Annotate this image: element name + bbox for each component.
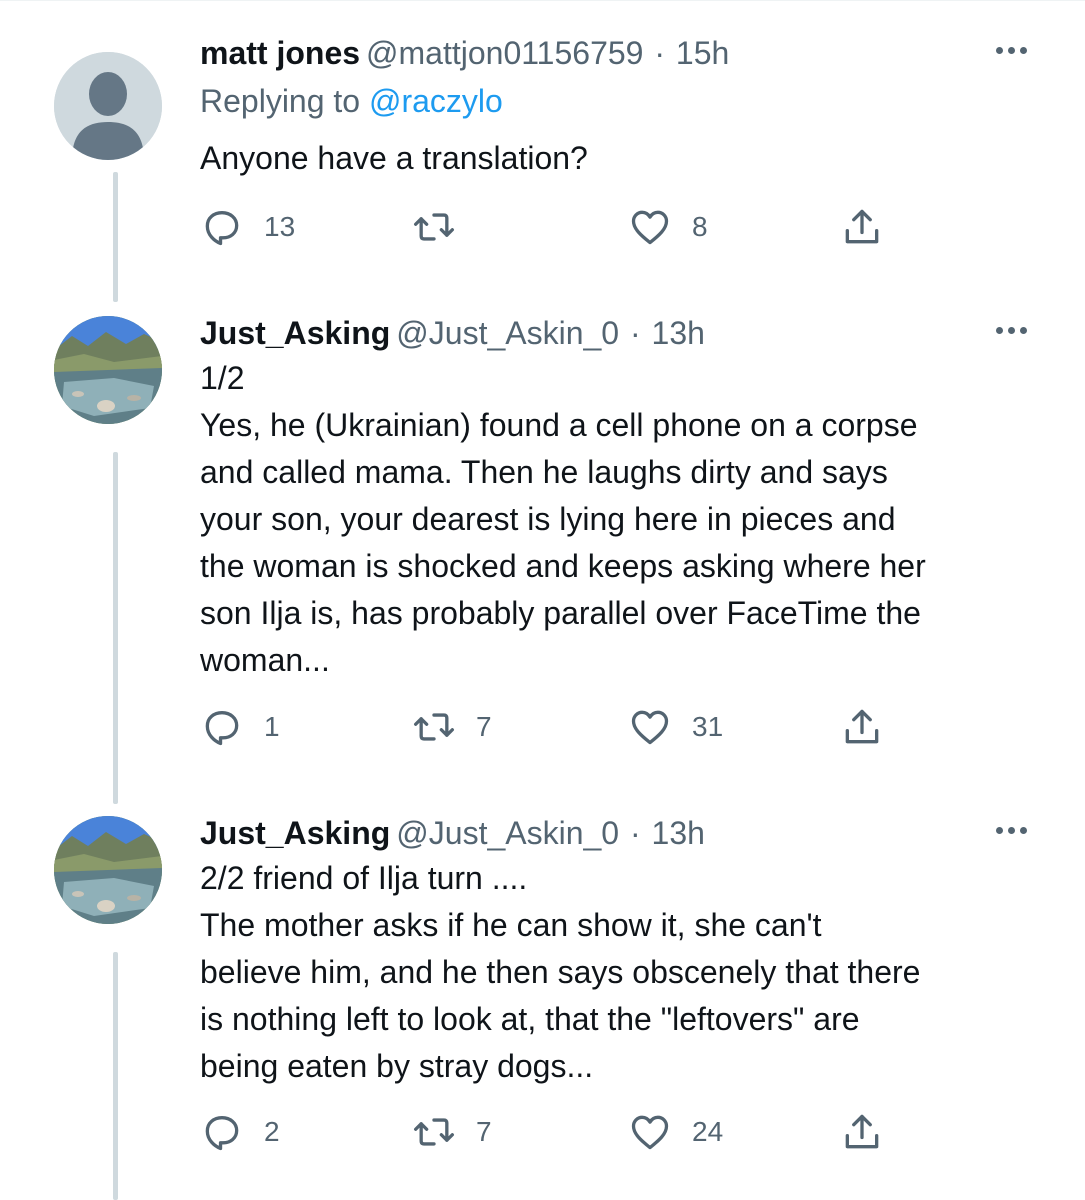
tweet-header: matt jones @mattjon01156759 · 15h <box>200 33 1045 73</box>
tweet-text: 2/2 friend of Ilja turn .... The mother … <box>200 860 921 1084</box>
retweet-count: 7 <box>476 1116 492 1147</box>
more-horizontal-icon[interactable] <box>996 827 1027 834</box>
like-button[interactable]: 31 <box>628 705 723 749</box>
share-icon <box>845 1114 879 1149</box>
timestamp[interactable]: 13h <box>652 315 705 351</box>
like-button[interactable]: 8 <box>628 205 708 249</box>
tweet-text: Anyone have a translation? <box>200 140 588 176</box>
avatar[interactable] <box>54 816 162 924</box>
share-button[interactable] <box>840 1110 884 1154</box>
display-name[interactable]: matt jones <box>200 35 360 71</box>
tweet-actions: 2 7 24 <box>200 1110 900 1160</box>
heart-icon <box>631 710 669 745</box>
mountain-river-photo-icon <box>54 816 162 924</box>
replying-to: Replying to @raczylo <box>200 79 1045 123</box>
separator-dot: · <box>629 315 641 351</box>
heart-icon <box>631 1115 669 1150</box>
avatar[interactable] <box>54 316 162 424</box>
share-button[interactable] <box>840 205 884 249</box>
share-icon <box>845 209 879 244</box>
replying-to-handle-link[interactable]: @raczylo <box>369 83 503 119</box>
tweet-header: Just_Asking @Just_Askin_0 · 13h <box>200 813 1045 853</box>
mountain-river-photo-icon <box>54 316 162 424</box>
default-profile-avatar-icon <box>54 52 162 160</box>
reply-count: 2 <box>264 1116 280 1147</box>
retweet-button[interactable]: 7 <box>412 705 492 749</box>
reply-count: 1 <box>264 711 280 742</box>
replying-to-label: Replying to <box>200 83 361 119</box>
reply-button[interactable]: 2 <box>200 1110 280 1154</box>
like-count: 8 <box>692 211 708 242</box>
tweet-actions: 1 7 31 <box>200 705 900 755</box>
display-name[interactable]: Just_Asking <box>200 315 390 351</box>
user-handle[interactable]: @Just_Askin_0 <box>396 315 619 351</box>
retweet-icon <box>414 713 454 741</box>
like-count: 31 <box>692 711 724 742</box>
reply-icon <box>205 211 239 246</box>
separator-dot: · <box>629 815 641 851</box>
separator-dot: · <box>654 35 665 71</box>
more-horizontal-icon[interactable] <box>996 327 1027 334</box>
retweet-icon <box>414 213 454 241</box>
heart-icon <box>631 210 669 245</box>
share-button[interactable] <box>840 705 884 749</box>
reply-icon <box>205 1116 239 1151</box>
reply-icon <box>205 711 239 746</box>
display-name[interactable]: Just_Asking <box>200 815 390 851</box>
timestamp[interactable]: 13h <box>652 815 705 851</box>
like-count: 24 <box>692 1116 724 1147</box>
tweet[interactable]: Just_Asking @Just_Askin_0 · 13h 2/2 frien… <box>0 790 1085 1200</box>
user-handle[interactable]: @mattjon01156759 <box>366 35 643 71</box>
retweet-count: 7 <box>476 711 492 742</box>
reply-button[interactable]: 13 <box>200 205 295 249</box>
tweet[interactable]: Just_Asking @Just_Askin_0 · 13h 1/2 Yes, … <box>0 290 1085 790</box>
share-icon <box>845 709 879 744</box>
user-handle[interactable]: @Just_Askin_0 <box>396 815 619 851</box>
tweet-actions: 13 8 <box>200 205 900 255</box>
retweet-button[interactable]: 7 <box>412 1110 492 1154</box>
tweet-text: 1/2 Yes, he (Ukrainian) found a cell pho… <box>200 360 926 678</box>
like-button[interactable]: 24 <box>628 1110 723 1154</box>
reply-thread: matt jones @mattjon01156759 · 15h Replyin… <box>0 0 1085 1200</box>
timestamp[interactable]: 15h <box>676 35 729 71</box>
tweet[interactable]: matt jones @mattjon01156759 · 15h Replyin… <box>0 0 1085 290</box>
retweet-icon <box>414 1118 454 1146</box>
tweet-header: Just_Asking @Just_Askin_0 · 13h <box>200 313 1045 353</box>
retweet-button[interactable] <box>412 205 476 249</box>
avatar[interactable] <box>54 52 162 160</box>
more-horizontal-icon[interactable] <box>996 47 1027 54</box>
reply-button[interactable]: 1 <box>200 705 280 749</box>
reply-count: 13 <box>264 211 296 242</box>
